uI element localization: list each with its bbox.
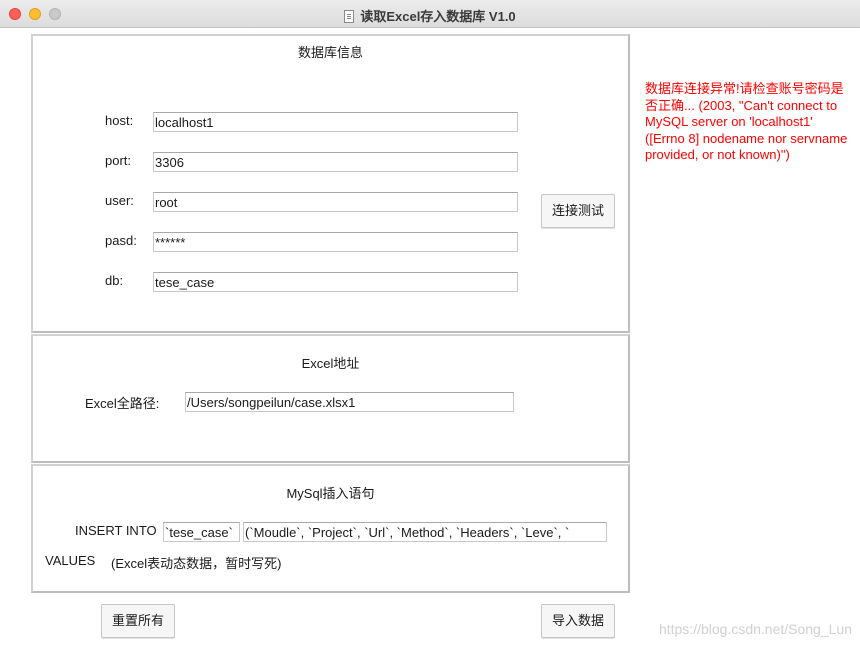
reset-all-button[interactable]: 重置所有	[101, 604, 175, 638]
user-input[interactable]: root	[153, 192, 518, 212]
port-label: port:	[105, 153, 132, 168]
excel-path-label: Excel全路径:	[85, 396, 160, 411]
database-info-panel: 数据库信息 host: localhost1 port: 3306 user: …	[31, 34, 630, 333]
host-label: host:	[105, 113, 134, 128]
values-label: VALUES	[45, 553, 96, 568]
connection-error-message: 数据库连接异常!请检查账号密码是否正确... (2003, "Can't con…	[645, 81, 848, 163]
password-label: pasd:	[105, 233, 137, 248]
excel-path-input[interactable]: /Users/songpeilun/case.xlsx1	[185, 392, 514, 412]
excel-path-panel: Excel地址 Excel全路径: /Users/songpeilun/case…	[31, 334, 630, 463]
import-data-button[interactable]: 导入数据	[541, 604, 615, 638]
user-label: user:	[105, 193, 134, 208]
password-input[interactable]: ******	[153, 232, 518, 252]
values-note: (Excel表动态数据，暂时写死)	[111, 556, 282, 571]
host-input[interactable]: localhost1	[153, 112, 518, 132]
mysql-insert-title: MySql插入语句	[286, 486, 375, 501]
excel-path-title: Excel地址	[301, 356, 360, 371]
connection-test-button[interactable]: 连接测试	[541, 194, 615, 228]
columns-input[interactable]: (`Moudle`, `Project`, `Url`, `Method`, `…	[243, 522, 607, 542]
watermark: https://blog.csdn.net/Song_Lun	[658, 621, 852, 637]
title-bar: 读取Excel存入数据库 V1.0	[0, 0, 860, 28]
insert-into-label: INSERT INTO	[75, 523, 157, 538]
document-icon	[344, 10, 355, 23]
mysql-insert-panel: MySql插入语句 INSERT INTO `tese_case` (`Moud…	[31, 464, 630, 593]
window-title: 读取Excel存入数据库 V1.0	[0, 6, 860, 25]
table-name-input[interactable]: `tese_case`	[163, 522, 240, 542]
database-info-title: 数据库信息	[297, 45, 363, 60]
db-input[interactable]: tese_case	[153, 272, 518, 292]
db-label: db:	[105, 273, 124, 288]
window-title-text: 读取Excel存入数据库 V1.0	[360, 9, 516, 24]
port-input[interactable]: 3306	[153, 152, 518, 172]
